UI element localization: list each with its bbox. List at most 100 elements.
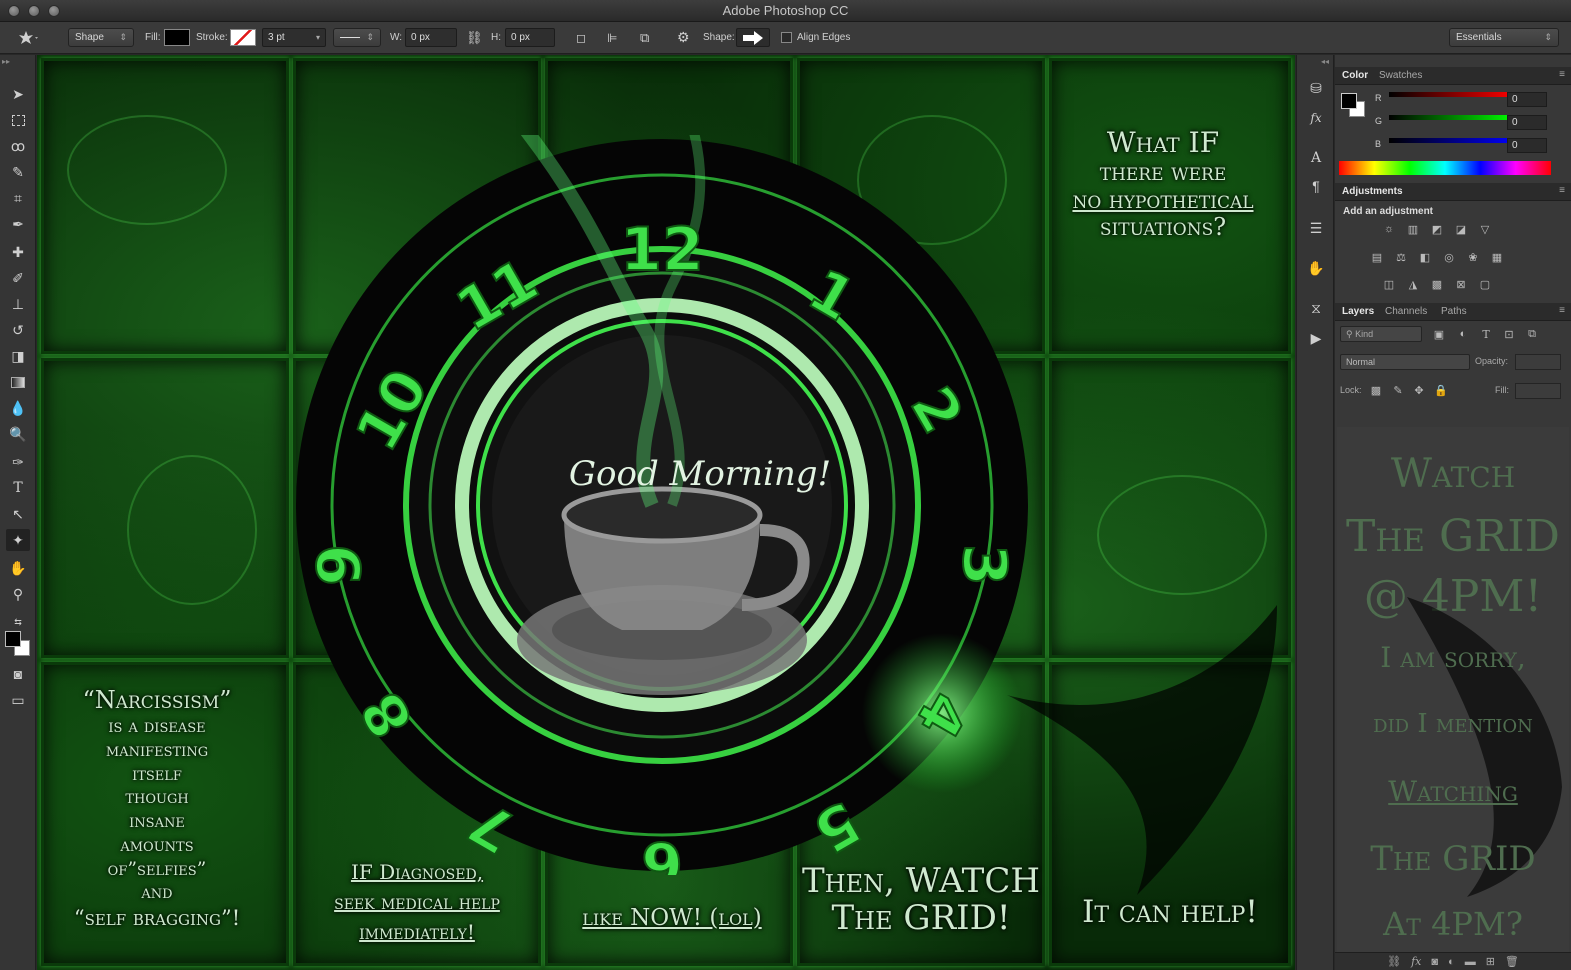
eyedropper-tool-icon[interactable]: ✒ <box>6 213 30 235</box>
fill-field[interactable] <box>1515 383 1561 399</box>
gradient-map-icon[interactable]: ⊠ <box>1453 277 1469 291</box>
blue-value-field[interactable]: 0 <box>1507 138 1547 153</box>
type-tool-icon[interactable]: T <box>6 477 30 499</box>
move-tool-icon[interactable]: ➤ <box>6 83 30 105</box>
channel-mixer-icon[interactable]: ❀ <box>1465 250 1481 264</box>
opacity-field[interactable] <box>1515 354 1561 370</box>
link-icon[interactable]: ⛓ <box>466 28 483 47</box>
character-panel-icon[interactable]: A <box>1304 147 1328 169</box>
layer-kind-filter[interactable]: ⚲ Kind <box>1340 326 1422 342</box>
dodge-tool-icon[interactable]: 🔍 <box>6 423 30 445</box>
add-mask-icon[interactable]: ◙ <box>1431 956 1438 968</box>
history-panel-icon[interactable]: ⛁ <box>1304 77 1328 99</box>
new-layer-icon[interactable]: ⊞ <box>1486 955 1495 968</box>
width-field[interactable]: 0 px <box>405 28 457 47</box>
clone-stamp-tool-icon[interactable]: ⊥ <box>6 293 30 315</box>
new-group-icon[interactable]: ▬ <box>1465 956 1476 968</box>
align-edges-checkbox[interactable] <box>781 32 792 43</box>
workspace-select[interactable]: Essentials <box>1449 28 1559 47</box>
filter-pixel-icon[interactable]: ▣ <box>1431 327 1447 341</box>
quick-mask-icon[interactable]: ◙ <box>6 663 30 685</box>
photo-filter-icon[interactable]: ◎ <box>1441 250 1457 264</box>
panel-menu-icon[interactable]: ≡ <box>1559 305 1565 316</box>
link-layers-icon[interactable]: ⛓ <box>1387 955 1401 968</box>
new-adjustment-layer-icon[interactable]: ◐ <box>1448 956 1455 968</box>
blur-tool-icon[interactable]: 💧 <box>6 397 30 419</box>
vibrance-icon[interactable]: ▽ <box>1477 222 1493 236</box>
styles-panel-icon[interactable]: fx <box>1304 107 1328 129</box>
filter-smart-object-icon[interactable]: ⧉ <box>1524 327 1540 341</box>
custom-shape-tool-preset[interactable] <box>18 28 56 47</box>
gear-icon[interactable]: ⚙ <box>677 28 690 47</box>
shape-picker[interactable] <box>736 28 770 47</box>
posterize-icon[interactable]: ◮ <box>1405 277 1421 291</box>
marquee-tool-icon[interactable] <box>6 109 30 131</box>
fill-swatch[interactable] <box>164 28 190 47</box>
stroke-width-field[interactable]: 3 pt ▾ <box>262 28 326 47</box>
tab-swatches[interactable]: Swatches <box>1379 70 1422 81</box>
stroke-swatch[interactable] <box>230 28 256 47</box>
lasso-tool-icon[interactable]: ꝏ <box>6 135 30 157</box>
brush-presets-icon[interactable]: ⧖ <box>1304 297 1328 319</box>
levels-icon[interactable]: ▥ <box>1405 222 1421 236</box>
tab-layers[interactable]: Layers <box>1342 306 1374 317</box>
exposure-icon[interactable]: ◪ <box>1453 222 1469 236</box>
path-arrangement-icon[interactable]: ⧉ <box>640 28 649 47</box>
red-slider[interactable] <box>1389 92 1515 97</box>
color-balance-icon[interactable]: ⚖ <box>1393 250 1409 264</box>
brush-tool-icon[interactable]: ✐ <box>6 267 30 289</box>
curves-icon[interactable]: ◩ <box>1429 222 1445 236</box>
path-alignment-icon[interactable]: ⊫ <box>607 28 617 47</box>
pen-tool-icon[interactable]: ✑ <box>6 451 30 473</box>
color-foreground-swatch[interactable] <box>1341 93 1357 109</box>
filter-adjustment-icon[interactable]: ◐ <box>1455 327 1471 341</box>
gradient-tool-icon[interactable] <box>6 371 30 393</box>
layer-list-preview[interactable]: Watch The GRID @ 4PM! I am sorry, did I … <box>1337 427 1569 952</box>
crop-tool-icon[interactable]: ⌗ <box>6 187 30 209</box>
healing-brush-tool-icon[interactable]: ✚ <box>6 241 30 263</box>
tab-paths[interactable]: Paths <box>1441 306 1467 317</box>
actions-play-icon[interactable]: ▶ <box>1304 327 1328 349</box>
color-lookup-icon[interactable]: ▦ <box>1489 250 1505 264</box>
black-white-icon[interactable]: ◧ <box>1417 250 1433 264</box>
document-canvas[interactable]: Good Morning! 12 1 2 3 4 5 6 7 8 9 10 11… <box>37 55 1295 970</box>
filter-shape-icon[interactable]: ⊡ <box>1501 327 1517 341</box>
collapse-icon[interactable]: ▸▸ <box>2 57 10 66</box>
hue-saturation-icon[interactable]: ▤ <box>1369 250 1385 264</box>
lock-all-icon[interactable]: 🔒 <box>1433 383 1449 397</box>
blend-mode-select[interactable]: Normal <box>1340 354 1470 370</box>
tab-color[interactable]: Color <box>1342 70 1368 81</box>
green-value-field[interactable]: 0 <box>1507 115 1547 130</box>
path-selection-tool-icon[interactable]: ↖ <box>6 503 30 525</box>
lock-position-icon[interactable]: ✥ <box>1411 383 1427 397</box>
properties-panel-icon[interactable]: ☰ <box>1304 217 1328 239</box>
eraser-tool-icon[interactable]: ◨ <box>6 345 30 367</box>
swap-colors-icon[interactable]: ⇆ <box>6 611 30 633</box>
color-spectrum-bar[interactable] <box>1339 161 1551 175</box>
tool-mode-select[interactable]: Shape <box>68 28 134 47</box>
red-value-field[interactable]: 0 <box>1507 92 1547 107</box>
screen-mode-icon[interactable]: ▭ <box>6 689 30 711</box>
filter-type-icon[interactable]: T <box>1478 327 1494 341</box>
path-operations-icon[interactable]: ◻ <box>576 28 586 47</box>
hand-tool-icon[interactable]: ✋ <box>6 557 30 579</box>
delete-layer-icon[interactable]: 🗑 <box>1505 955 1519 968</box>
collapse-icon[interactable]: ◂◂ <box>1321 57 1329 66</box>
invert-icon[interactable]: ◫ <box>1381 277 1397 291</box>
quick-selection-tool-icon[interactable]: ✎ <box>6 161 30 183</box>
custom-shape-tool-icon[interactable]: ✦ <box>6 529 30 551</box>
selective-color-icon[interactable]: ▢ <box>1477 277 1493 291</box>
tab-channels[interactable]: Channels <box>1385 306 1427 317</box>
green-slider[interactable] <box>1389 115 1515 120</box>
layer-style-icon[interactable]: fx <box>1411 955 1421 968</box>
paragraph-panel-icon[interactable]: ¶ <box>1304 175 1328 197</box>
panel-menu-icon[interactable]: ≡ <box>1559 69 1565 80</box>
foreground-color-swatch[interactable] <box>5 631 21 647</box>
tab-adjustments[interactable]: Adjustments <box>1342 186 1403 197</box>
stroke-type-select[interactable] <box>333 28 381 47</box>
threshold-icon[interactable]: ▩ <box>1429 277 1445 291</box>
lock-image-icon[interactable]: ✎ <box>1390 383 1406 397</box>
brightness-contrast-icon[interactable]: ☼ <box>1381 222 1397 236</box>
align-edges-option[interactable]: Align Edges <box>781 28 850 47</box>
history-brush-tool-icon[interactable]: ↺ <box>6 319 30 341</box>
